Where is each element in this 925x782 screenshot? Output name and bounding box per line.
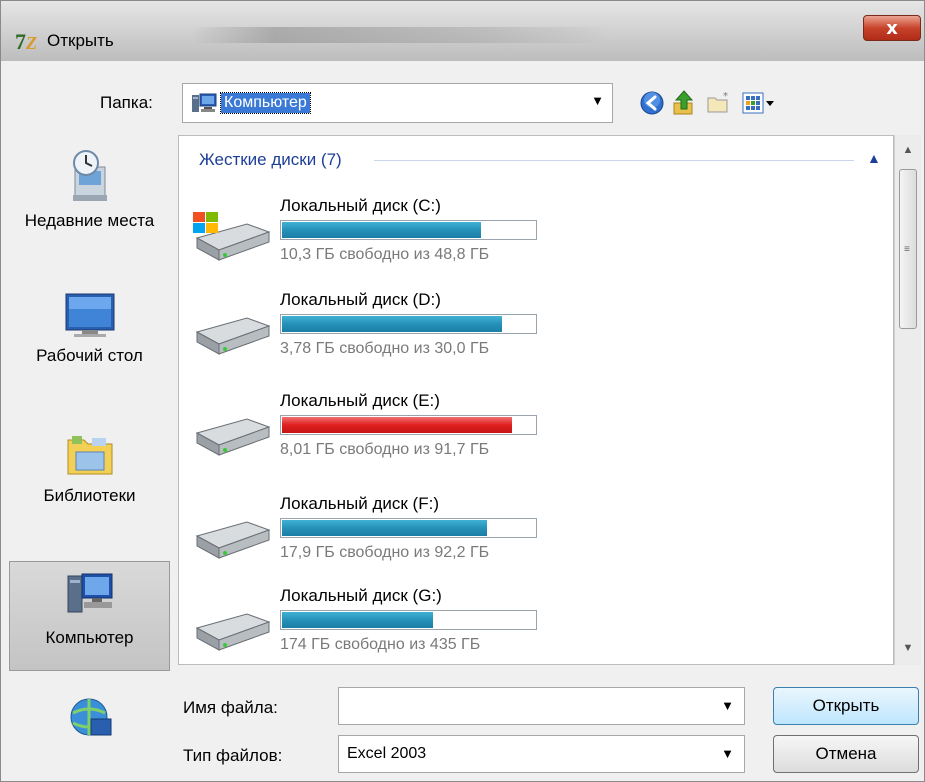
file-list[interactable]: Жесткие диски (7) ▲ Локальный диск (C:) … xyxy=(178,135,894,665)
drive-item[interactable]: Локальный диск (F:) 17,9 ГБ свободно из … xyxy=(179,494,879,592)
place-network[interactable] xyxy=(9,695,170,745)
scroll-down-arrow-icon[interactable]: ▼ xyxy=(895,635,921,661)
drive-name: Локальный диск (D:) xyxy=(280,290,441,309)
up-folder-icon[interactable] xyxy=(670,89,698,117)
drive-item[interactable]: Локальный диск (C:) 10,3 ГБ свободно из … xyxy=(179,196,879,294)
windows-drive-icon xyxy=(193,212,271,261)
svg-text:Z: Z xyxy=(25,33,37,53)
look-in-label: Папка: xyxy=(100,93,153,112)
svg-text:7: 7 xyxy=(15,29,26,53)
drive-usage-bar xyxy=(280,518,537,538)
hard-drive-icon xyxy=(195,521,271,559)
svg-text:*: * xyxy=(723,91,728,102)
hard-drive-icon xyxy=(195,418,271,456)
filetype-label: Тип файлов: xyxy=(183,746,283,765)
scroll-thumb[interactable]: ≡ xyxy=(899,169,917,329)
cancel-button[interactable]: Отмена xyxy=(773,735,919,773)
place-libraries[interactable]: Библиотеки xyxy=(9,430,170,520)
chevron-down-icon: ▼ xyxy=(591,93,604,108)
drive-name: Локальный диск (C:) xyxy=(280,196,441,215)
open-button[interactable]: Открыть xyxy=(773,687,919,725)
title-bar[interactable]: 7 Z Открыть x xyxy=(1,1,924,61)
look-in-value: Компьютер xyxy=(220,92,311,114)
open-dialog: 7 Z Открыть x Папка: Компьютер ▼ * Недав… xyxy=(0,0,925,782)
drive-free-space: 8,01 ГБ свободно из 91,7 ГБ xyxy=(280,441,490,458)
window-title: Открыть xyxy=(47,31,114,50)
drive-usage-bar xyxy=(280,415,537,435)
hard-drive-icon xyxy=(195,317,271,355)
new-folder-icon[interactable]: * xyxy=(705,89,733,117)
place-computer[interactable]: Компьютер xyxy=(9,561,170,671)
computer-icon xyxy=(67,573,112,613)
back-button[interactable] xyxy=(638,89,666,117)
drive-item[interactable]: Локальный диск (E:) 8,01 ГБ свободно из … xyxy=(179,391,879,489)
blurred-title-region xyxy=(191,27,611,43)
filetype-dropdown[interactable]: Excel 2003 ▼ xyxy=(338,735,745,773)
drive-item[interactable]: Локальный диск (G:) 174 ГБ свободно из 4… xyxy=(179,586,879,664)
chevron-down-icon: ▼ xyxy=(721,746,734,761)
computer-icon xyxy=(192,93,217,112)
place-label: Рабочий стол xyxy=(36,346,143,365)
drive-item[interactable]: Локальный диск (D:) 3,78 ГБ свободно из … xyxy=(179,290,879,388)
drive-free-space: 10,3 ГБ свободно из 48,8 ГБ xyxy=(280,246,490,263)
grip-icon: ≡ xyxy=(904,244,910,255)
drive-usage-fill xyxy=(282,222,482,238)
filename-input[interactable]: ▼ xyxy=(338,687,745,725)
drive-usage-fill xyxy=(282,520,487,536)
drive-usage-bar xyxy=(280,610,537,630)
chevron-down-icon[interactable]: ▼ xyxy=(721,698,734,713)
hard-drive-icon xyxy=(195,613,271,651)
place-label: Библиотеки xyxy=(43,486,136,505)
app-logo-icon: 7 Z xyxy=(15,29,37,53)
vertical-scrollbar[interactable]: ▲ ≡ ▼ xyxy=(894,135,921,665)
place-recent[interactable]: Недавние места xyxy=(9,145,170,270)
drive-usage-fill xyxy=(282,417,513,433)
drive-name: Локальный диск (G:) xyxy=(280,586,442,605)
drive-usage-fill xyxy=(282,316,502,332)
view-menu-icon[interactable] xyxy=(741,89,779,117)
collapse-chevron-icon[interactable]: ▲ xyxy=(867,150,881,166)
drive-usage-fill xyxy=(282,612,433,628)
filename-label: Имя файла: xyxy=(183,698,278,717)
close-button[interactable]: x xyxy=(863,15,921,41)
desktop-icon xyxy=(65,293,114,337)
place-label: Компьютер xyxy=(45,628,134,647)
place-desktop[interactable]: Рабочий стол xyxy=(9,290,170,380)
drive-free-space: 17,9 ГБ свободно из 92,2 ГБ xyxy=(280,544,490,561)
group-divider xyxy=(374,160,854,161)
drive-name: Локальный диск (E:) xyxy=(280,391,440,410)
scroll-up-arrow-icon[interactable]: ▲ xyxy=(895,137,921,163)
places-bar: Недавние места Рабочий стол Библиотеки К… xyxy=(9,135,170,781)
look-in-dropdown[interactable]: Компьютер ▼ xyxy=(182,83,613,123)
drive-free-space: 174 ГБ свободно из 435 ГБ xyxy=(280,636,481,653)
drive-usage-bar xyxy=(280,314,537,334)
network-icon xyxy=(70,698,111,736)
drive-name: Локальный диск (F:) xyxy=(280,494,439,513)
place-label: Недавние места xyxy=(24,211,155,230)
drive-usage-bar xyxy=(280,220,537,240)
filetype-value: Excel 2003 xyxy=(347,745,427,762)
group-header: Жесткие диски (7) xyxy=(199,150,342,169)
libraries-icon xyxy=(67,436,112,475)
recent-places-icon xyxy=(72,150,107,201)
drive-free-space: 3,78 ГБ свободно из 30,0 ГБ xyxy=(280,340,490,357)
